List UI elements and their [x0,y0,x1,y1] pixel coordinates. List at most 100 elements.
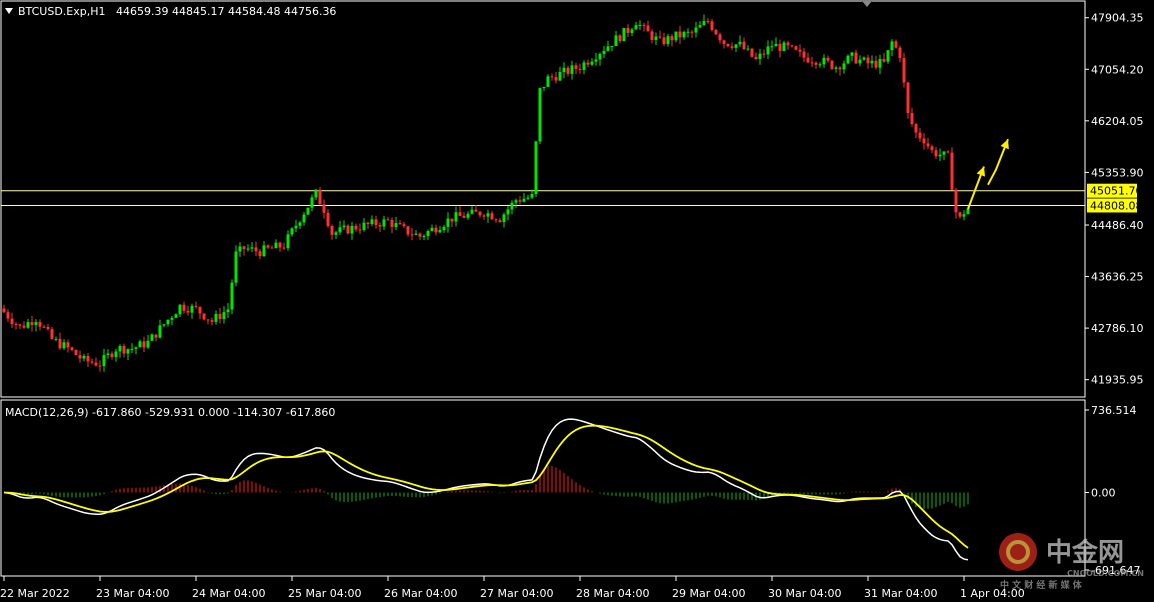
candle-body [950,152,954,190]
candle [318,187,322,205]
candle-body [214,313,218,322]
time-tick-label: 25 Mar 04:00 [288,587,361,600]
time-tick-label: 26 Mar 04:00 [384,587,457,600]
candle [950,147,954,190]
candle-body [62,342,66,349]
candle-body [202,313,206,320]
candle-body [466,213,470,218]
candle [902,52,906,88]
candle-body [478,211,482,216]
candle-body [374,219,378,226]
candle [74,349,78,356]
candle-body [894,41,898,48]
candle-body [46,327,50,330]
candle-body [174,314,178,318]
candle-body [370,219,374,225]
candle-body [146,340,150,348]
candle-body [710,21,714,30]
candle-body [674,31,678,41]
candle-body [682,31,686,38]
level-price-label: 45051.70 [1090,185,1143,198]
candle-body [126,349,130,354]
candle-body [122,346,126,354]
candle-body [422,235,426,237]
candle-body [334,232,338,235]
candle-body [790,45,794,47]
candle-body [198,306,202,314]
candle [534,140,538,198]
candle-body [906,82,910,114]
time-tick-label: 27 Mar 04:00 [480,587,553,600]
candle-body [730,46,734,48]
chart-background [0,0,1154,602]
candle-body [958,212,962,217]
candle-body [74,349,78,356]
candle-body [618,35,622,42]
candle-body [794,46,798,50]
candle-body [386,219,390,221]
candle-body [774,43,778,47]
candle-body [358,229,362,231]
candle-body [142,341,146,348]
macd-tick-label: 0.00 [1091,487,1116,500]
candle-body [558,72,562,81]
candle-body [638,24,642,26]
candle-body [738,41,742,45]
candle-body [914,124,918,133]
candle-body [746,48,750,50]
candle-body [954,189,958,213]
candle-body [50,329,54,339]
chart-canvas[interactable]: 45051.7044808.08 47904.35 47054.20 46204.0… [0,0,1154,602]
candle-body [450,218,454,222]
candle-body [690,31,694,33]
candle-body [734,44,738,48]
candle-body [798,49,802,52]
candle-body [10,318,14,325]
time-tick-label: 30 Mar 04:00 [768,587,841,600]
candle-body [78,355,82,359]
candle [346,224,350,235]
candle-body [430,227,434,232]
candle-body [410,234,414,236]
candle-body [154,334,158,338]
level-price-label: 44808.08 [1090,199,1143,212]
candle-body [562,67,566,73]
candle-body [230,282,234,310]
candle-body [298,222,302,226]
candle-body [18,324,22,326]
price-tick-label: 42786.10 [1091,322,1144,335]
candle-body [586,62,590,65]
candle-body [786,42,790,46]
candle [538,87,542,145]
candle-body [86,355,90,362]
candle-body [350,225,354,234]
candle-body [878,59,882,68]
candle-body [750,48,754,57]
candle-body [166,319,170,325]
time-tick-label: 29 Mar 04:00 [672,587,745,600]
candle-body [546,76,550,87]
macd-tick-label: 736.514 [1091,404,1137,417]
candle-body [178,304,182,315]
candle-body [402,224,406,227]
candle-body [966,208,970,215]
candle-body [322,204,326,213]
candle-body [446,218,450,227]
candle-body [258,251,262,257]
candle-body [14,324,18,326]
candle-body [246,248,250,250]
candle-body [538,88,542,142]
candle-body [486,213,490,217]
candle-body [650,31,654,40]
candle-body [542,86,546,89]
candle-body [290,228,294,235]
symbol-label: BTCUSD.Exp,H1 [18,5,106,18]
candle-body [870,60,874,64]
candle-body [634,25,638,30]
time-tick-label: 28 Mar 04:00 [576,587,649,600]
candle-body [306,207,310,215]
candle-body [114,351,118,358]
price-tick-label: 45353.90 [1091,166,1144,179]
candle-body [378,225,382,227]
candle-body [366,222,370,225]
